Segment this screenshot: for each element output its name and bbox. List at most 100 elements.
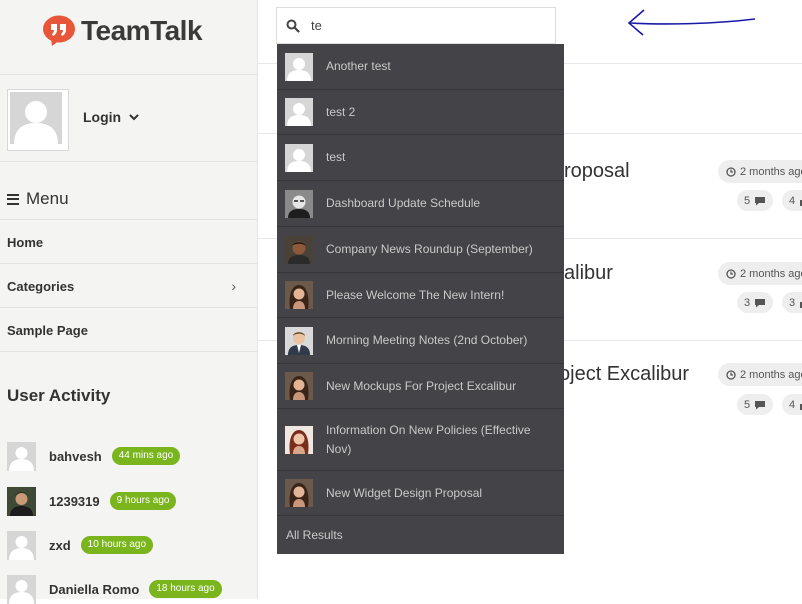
user-name[interactable]: Daniella Romo xyxy=(49,582,139,597)
post-title[interactable]: roposal xyxy=(564,160,630,183)
menu-heading: Menu xyxy=(7,189,69,209)
clock-icon xyxy=(726,268,736,279)
search-result-item[interactable]: Please Welcome The New Intern! xyxy=(277,273,564,318)
result-title: test xyxy=(326,150,346,164)
result-title: New Mockups For Project Excalibur xyxy=(326,378,517,393)
comment-count-value: 5 xyxy=(744,194,751,207)
all-results-link[interactable]: All Results xyxy=(277,516,564,554)
nav-item-sample-page[interactable]: Sample Page xyxy=(0,308,257,352)
post-title[interactable]: alibur xyxy=(564,262,613,285)
result-title: Another test xyxy=(326,59,391,73)
comment-count[interactable]: 3 xyxy=(737,292,774,313)
search-result-item[interactable]: test xyxy=(277,135,564,181)
post-time-label: 2 months ago xyxy=(740,165,802,178)
time-badge: 9 hours ago xyxy=(109,492,177,510)
post-time: 2 months ago xyxy=(718,262,802,285)
result-avatar xyxy=(285,52,313,81)
brand-name: TeamTalk xyxy=(81,15,203,46)
chevron-right-icon: › xyxy=(231,278,236,294)
result-avatar xyxy=(285,281,313,309)
sidebar: TeamTalk Login Menu Home Categories › Sa… xyxy=(0,0,258,604)
comment-icon xyxy=(755,196,766,205)
like-count-value: 4 xyxy=(789,194,796,207)
nav-label: Home xyxy=(7,234,44,250)
post-title[interactable]: oject Excalibur xyxy=(559,363,689,386)
post-time-label: 2 months ago xyxy=(740,368,802,381)
logo[interactable]: TeamTalk xyxy=(42,13,203,49)
activity-row[interactable]: 1239319 9 hours ago xyxy=(7,486,177,516)
menu-title: Menu xyxy=(26,189,69,208)
result-avatar xyxy=(285,326,313,355)
search-box[interactable] xyxy=(276,7,556,44)
divider xyxy=(0,351,257,352)
like-count-value: 3 xyxy=(789,296,796,309)
result-title: Please Welcome The New Intern! xyxy=(326,287,505,302)
user-avatar[interactable] xyxy=(7,441,36,471)
time-badge: 18 hours ago xyxy=(149,580,222,598)
result-title: New Widget Design Proposal xyxy=(326,485,483,500)
comment-icon xyxy=(755,298,766,307)
like-count[interactable]: 4 xyxy=(782,394,802,415)
post-time: 2 months ago xyxy=(718,363,802,386)
result-avatar xyxy=(285,235,313,264)
like-count[interactable]: 3 xyxy=(782,292,802,313)
activity-row[interactable]: bahvesh 44 mins ago xyxy=(7,441,181,471)
activity-row[interactable]: Daniella Romo 18 hours ago xyxy=(7,574,222,604)
divider xyxy=(0,74,257,75)
user-activity-heading: User Activity xyxy=(7,386,111,405)
default-avatar-icon xyxy=(10,92,62,144)
result-avatar xyxy=(285,372,313,400)
search-results-dropdown: Another test test 2 test Dashboard Updat… xyxy=(277,44,564,554)
nav-label: Categories xyxy=(7,278,75,294)
user-name[interactable]: zxd xyxy=(49,538,71,553)
comment-count[interactable]: 5 xyxy=(737,190,774,211)
user-name[interactable]: bahvesh xyxy=(49,449,102,464)
time-badge: 44 mins ago xyxy=(111,447,181,465)
user-avatar[interactable] xyxy=(7,574,36,604)
nav-item-categories[interactable]: Categories › xyxy=(0,264,257,308)
search-result-item[interactable]: test 2 xyxy=(277,90,564,135)
user-name[interactable]: 1239319 xyxy=(49,494,100,509)
result-avatar xyxy=(285,479,313,507)
user-avatar[interactable] xyxy=(7,530,36,560)
result-title: Morning Meeting Notes (2nd October) xyxy=(326,333,528,347)
login-dropdown[interactable]: Login xyxy=(83,109,139,125)
result-avatar xyxy=(285,189,313,218)
time-badge: 10 hours ago xyxy=(80,536,154,554)
post-time: 2 months ago xyxy=(718,160,802,183)
search-icon xyxy=(286,19,300,33)
hamburger-icon xyxy=(7,193,19,205)
login-label: Login xyxy=(83,109,122,125)
search-result-item[interactable]: Another test xyxy=(277,44,564,90)
search-input[interactable] xyxy=(309,17,533,34)
nav-item-home[interactable]: Home xyxy=(0,220,257,264)
comment-count-value: 5 xyxy=(744,398,751,411)
user-avatar[interactable] xyxy=(7,486,36,516)
divider xyxy=(0,161,257,162)
result-title: Company News Roundup (September) xyxy=(326,242,533,256)
search-result-item[interactable]: Morning Meeting Notes (2nd October) xyxy=(277,318,564,364)
search-result-item[interactable]: Information On New Policies (Effective N… xyxy=(277,409,564,471)
speech-bubble-logo-icon xyxy=(42,15,76,47)
result-avatar xyxy=(285,425,313,454)
result-title: Information On New Policies (Effective N… xyxy=(326,422,531,456)
comment-count[interactable]: 5 xyxy=(737,394,774,415)
post-time-label: 2 months ago xyxy=(740,267,802,280)
like-count-value: 4 xyxy=(789,398,796,411)
clock-icon xyxy=(726,166,736,177)
result-avatar xyxy=(285,143,313,172)
nav-label: Sample Page xyxy=(7,322,88,338)
chevron-down-icon xyxy=(129,113,139,120)
like-count[interactable]: 4 xyxy=(782,190,802,211)
comment-count-value: 3 xyxy=(744,296,751,309)
search-result-item[interactable]: Company News Roundup (September) xyxy=(277,227,564,273)
clock-icon xyxy=(726,369,736,380)
search-result-item[interactable]: New Widget Design Proposal xyxy=(277,471,564,516)
result-title: Dashboard Update Schedule xyxy=(326,196,481,210)
annotation-arrow-icon xyxy=(627,9,756,36)
result-avatar xyxy=(285,98,313,126)
search-result-item[interactable]: New Mockups For Project Excalibur xyxy=(277,364,564,409)
avatar[interactable] xyxy=(7,89,69,151)
search-result-item[interactable]: Dashboard Update Schedule xyxy=(277,181,564,227)
activity-row[interactable]: zxd 10 hours ago xyxy=(7,530,154,560)
